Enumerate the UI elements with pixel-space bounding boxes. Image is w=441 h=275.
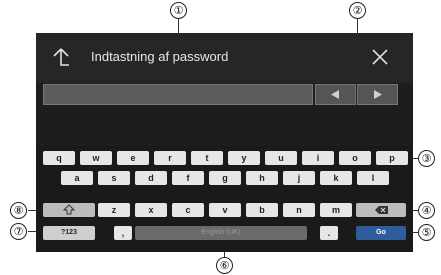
key-u[interactable]: u — [265, 151, 297, 165]
key-c[interactable]: c — [172, 203, 204, 217]
symbols-key[interactable]: ?123 — [43, 226, 95, 240]
key-l[interactable]: l — [357, 171, 389, 185]
key-d[interactable]: d — [135, 171, 167, 185]
close-icon[interactable] — [370, 47, 390, 67]
key-r[interactable]: r — [154, 151, 186, 165]
password-input[interactable] — [43, 84, 313, 105]
device-screen: Indtastning af password q w e r t y u i … — [36, 33, 413, 252]
callout-5: ⑤ — [418, 224, 435, 241]
key-x[interactable]: x — [135, 203, 167, 217]
backspace-key[interactable] — [356, 203, 406, 217]
key-e[interactable]: e — [117, 151, 149, 165]
comma-key[interactable]: , — [114, 226, 132, 240]
period-key[interactable]: . — [320, 226, 338, 240]
key-y[interactable]: y — [228, 151, 260, 165]
key-f[interactable]: f — [172, 171, 204, 185]
key-z[interactable]: z — [98, 203, 130, 217]
key-q[interactable]: q — [43, 151, 75, 165]
key-j[interactable]: j — [283, 171, 315, 185]
key-m[interactable]: m — [320, 203, 352, 217]
triangle-left-icon — [331, 90, 339, 99]
key-b[interactable]: b — [246, 203, 278, 217]
key-v[interactable]: v — [209, 203, 241, 217]
callout-7: ⑦ — [10, 223, 27, 240]
back-arrow-icon[interactable] — [50, 46, 72, 68]
shift-key[interactable] — [43, 203, 95, 217]
key-i[interactable]: i — [302, 151, 334, 165]
callout-1: ① — [170, 2, 187, 19]
callout-3: ③ — [418, 150, 435, 167]
key-p[interactable]: p — [376, 151, 408, 165]
title-bar: Indtastning af password — [36, 33, 413, 83]
key-w[interactable]: w — [80, 151, 112, 165]
key-g[interactable]: g — [209, 171, 241, 185]
triangle-right-icon — [374, 90, 382, 99]
callout-2: ② — [349, 2, 366, 19]
callout-6: ⑥ — [216, 257, 233, 274]
keyboard: q w e r t y u i o p a s d f g h j k l z … — [36, 146, 413, 252]
key-o[interactable]: o — [339, 151, 371, 165]
cursor-left-button[interactable] — [315, 84, 356, 105]
key-s[interactable]: s — [98, 171, 130, 185]
callout-8: ⑧ — [10, 202, 27, 219]
backspace-icon — [375, 206, 388, 214]
page-title: Indtastning af password — [91, 49, 229, 64]
key-t[interactable]: t — [191, 151, 223, 165]
key-h[interactable]: h — [246, 171, 278, 185]
cursor-right-button[interactable] — [357, 84, 398, 105]
shift-icon — [62, 204, 76, 215]
callout-4: ④ — [418, 202, 435, 219]
key-a[interactable]: a — [61, 171, 93, 185]
key-n[interactable]: n — [283, 203, 315, 217]
space-key[interactable]: English (UK) — [135, 226, 307, 240]
go-button[interactable]: Go — [356, 226, 406, 240]
key-k[interactable]: k — [320, 171, 352, 185]
